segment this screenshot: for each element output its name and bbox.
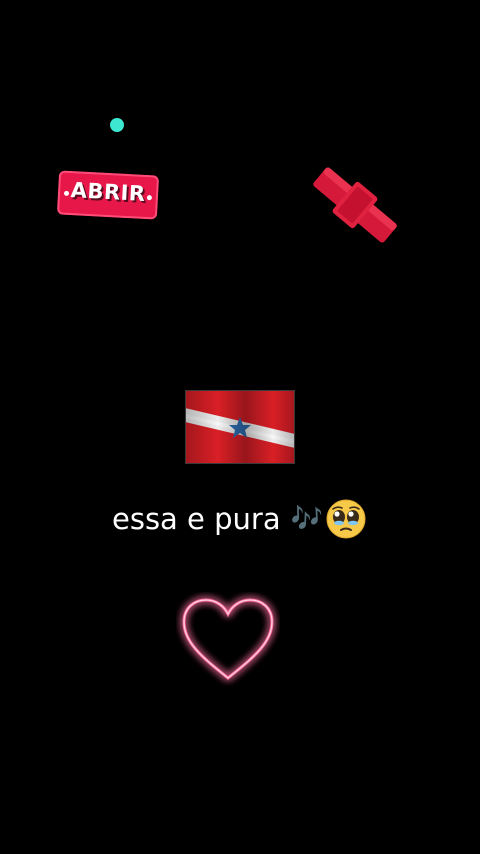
neon-heart-icon: [182, 598, 274, 680]
abrir-sticker[interactable]: ABRIR: [56, 170, 160, 220]
teal-dot-icon: [110, 118, 124, 132]
caption-text: essa e pura: [112, 502, 281, 536]
abrir-label: ABRIR: [70, 178, 147, 206]
crossed-bandage-icon: [313, 167, 397, 243]
musical-notes-icon: 🎶: [290, 504, 323, 534]
para-state-flag-icon: [185, 390, 295, 464]
caption: essa e pura 🎶: [112, 497, 412, 541]
pleading-face-emoji-icon: [326, 499, 366, 539]
